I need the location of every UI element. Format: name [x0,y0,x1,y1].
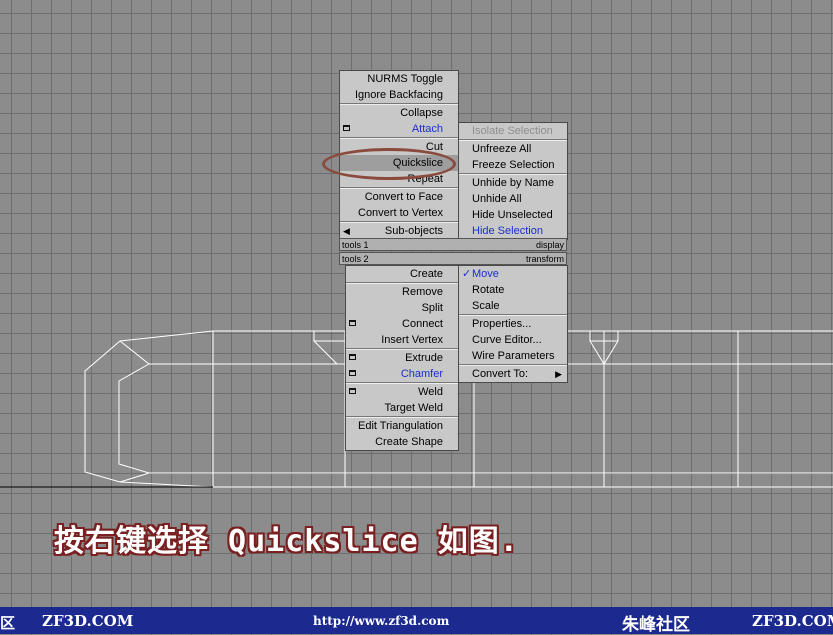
menu-item-label: Unhide by Name [472,177,554,189]
menu-item-sub-objects[interactable]: ◀ Sub-objects [340,223,458,239]
menu-item-unfreeze-all[interactable]: Unfreeze All [459,141,567,157]
settings-box-icon[interactable] [343,125,350,131]
menu-item-connect[interactable]: Connect [346,316,458,332]
footer-url[interactable]: http://www.zf3d.com [313,614,449,628]
menu-item-label: Collapse [400,107,443,119]
footer-brand: 朱峰社区 [622,615,690,635]
menu-item-label: Convert To: [472,368,529,380]
menu-item-label: Create [409,268,443,280]
menu-item-collapse[interactable]: Collapse [340,105,458,121]
menu-item-label: Remove [402,286,443,298]
menu-item-isolate-selection[interactable]: Isolate Selection [459,123,567,139]
menu-item-properties[interactable]: Properties... [459,316,567,332]
menu-item-label: Sub-objects [384,225,443,237]
menu-item-weld[interactable]: Weld [346,384,458,400]
settings-box-icon[interactable] [349,320,356,326]
menu-item-label: Edit Triangulation [358,420,443,432]
quad-title-row-1: tools 1 display [339,238,567,251]
menu-item-label: Chamfer [400,368,443,380]
menu-item-label: Hide Selection [472,225,543,237]
menu-item-move[interactable]: ✓ Move [459,266,567,282]
menu-item-label: Split [421,302,443,314]
menu-item-create[interactable]: Create [346,266,458,282]
menu-item-label: Unhide All [472,193,522,205]
menu-item-insert-vertex[interactable]: Insert Vertex [346,332,458,348]
footer-left-site[interactable]: ZF3D.COM [42,612,133,630]
menu-item-label: Freeze Selection [472,159,555,171]
menu-item-label: Rotate [472,284,505,296]
menu-item-label: Convert to Vertex [358,207,443,219]
arrow-left-icon: ◀ [343,226,350,236]
menu-item-label: Target Weld [384,402,444,414]
menu-item-freeze-selection[interactable]: Freeze Selection [459,157,567,173]
menu-item-create-shape[interactable]: Create Shape [346,434,458,450]
menu-item-label: Move [472,268,499,280]
menu-item-label: Isolate Selection [472,125,553,137]
menu-item-label: Properties... [472,318,532,330]
menu-item-label: Create Shape [375,436,443,448]
menu-item-hide-unselected[interactable]: Hide Unselected [459,207,567,223]
menu-item-label: NURMS Toggle [367,73,443,85]
menu-item-edit-triangulation[interactable]: Edit Triangulation [346,418,458,434]
menu-item-extrude[interactable]: Extrude [346,350,458,366]
tutorial-caption: 按右键选择 Quickslice 如图. [54,524,519,559]
settings-box-icon[interactable] [349,388,356,394]
menu-item-label: Unfreeze All [472,143,532,155]
menu-item-nurms-toggle[interactable]: NURMS Toggle [340,71,458,87]
menu-item-label: Weld [418,386,443,398]
menu-item-label: Connect [402,318,443,330]
highlight-circle [322,148,456,180]
menu-item-remove[interactable]: Remove [346,284,458,300]
checkmark-icon: ✓ [462,268,472,280]
title-tools1[interactable]: tools 1 [342,239,369,252]
menu-item-label: Ignore Backfacing [354,89,443,101]
menu-item-convert-to[interactable]: ▶ Convert To: [459,366,567,382]
menu-item-label: Hide Unselected [472,209,553,221]
menu-item-label: Wire Parameters [472,350,555,362]
menu-item-unhide-all[interactable]: Unhide All [459,191,567,207]
menu-item-label: Scale [472,300,500,312]
menu-item-curve-editor[interactable]: Curve Editor... [459,332,567,348]
menu-item-rotate[interactable]: Rotate [459,282,567,298]
menu-item-chamfer[interactable]: Chamfer [346,366,458,382]
footer-left-char: 区 [0,614,16,632]
menu-item-convert-to-vertex[interactable]: Convert to Vertex [340,205,458,221]
menu-item-hide-selection[interactable]: Hide Selection [459,223,567,239]
menu-item-wire-parameters[interactable]: Wire Parameters [459,348,567,364]
menu-item-unhide-by-name[interactable]: Unhide by Name [459,175,567,191]
title-display[interactable]: display [536,239,564,252]
quad-menu-display: Isolate Selection Unfreeze All Freeze Sele… [458,122,568,240]
menu-item-label: Attach [411,123,443,135]
menu-item-label: Insert Vertex [381,334,443,346]
quad-menu-transform: ✓ Move Rotate Scale Properties... Curve Edito… [458,265,568,383]
settings-box-icon[interactable] [349,370,356,376]
menu-item-label: Convert to Face [364,191,443,203]
quad-menu-tools2: Create Remove Split Connect Insert Vertex Ext… [345,265,459,451]
footer-banner: 区 ZF3D.COM http://www.zf3d.com 朱峰社区 ZF3D… [0,607,833,635]
quad-title-row-2: tools 2 transform [339,252,567,265]
arrow-right-icon: ▶ [555,369,562,379]
menu-item-label: Curve Editor... [472,334,542,346]
menu-item-target-weld[interactable]: Target Weld [346,400,458,416]
menu-item-attach[interactable]: Attach [340,121,458,137]
footer-right-site[interactable]: ZF3D.COM [752,612,833,630]
menu-item-label: Extrude [405,352,443,364]
menu-item-ignore-backfacing[interactable]: Ignore Backfacing [340,87,458,103]
menu-item-scale[interactable]: Scale [459,298,567,314]
settings-box-icon[interactable] [349,354,356,360]
menu-item-split[interactable]: Split [346,300,458,316]
menu-item-convert-to-face[interactable]: Convert to Face [340,189,458,205]
